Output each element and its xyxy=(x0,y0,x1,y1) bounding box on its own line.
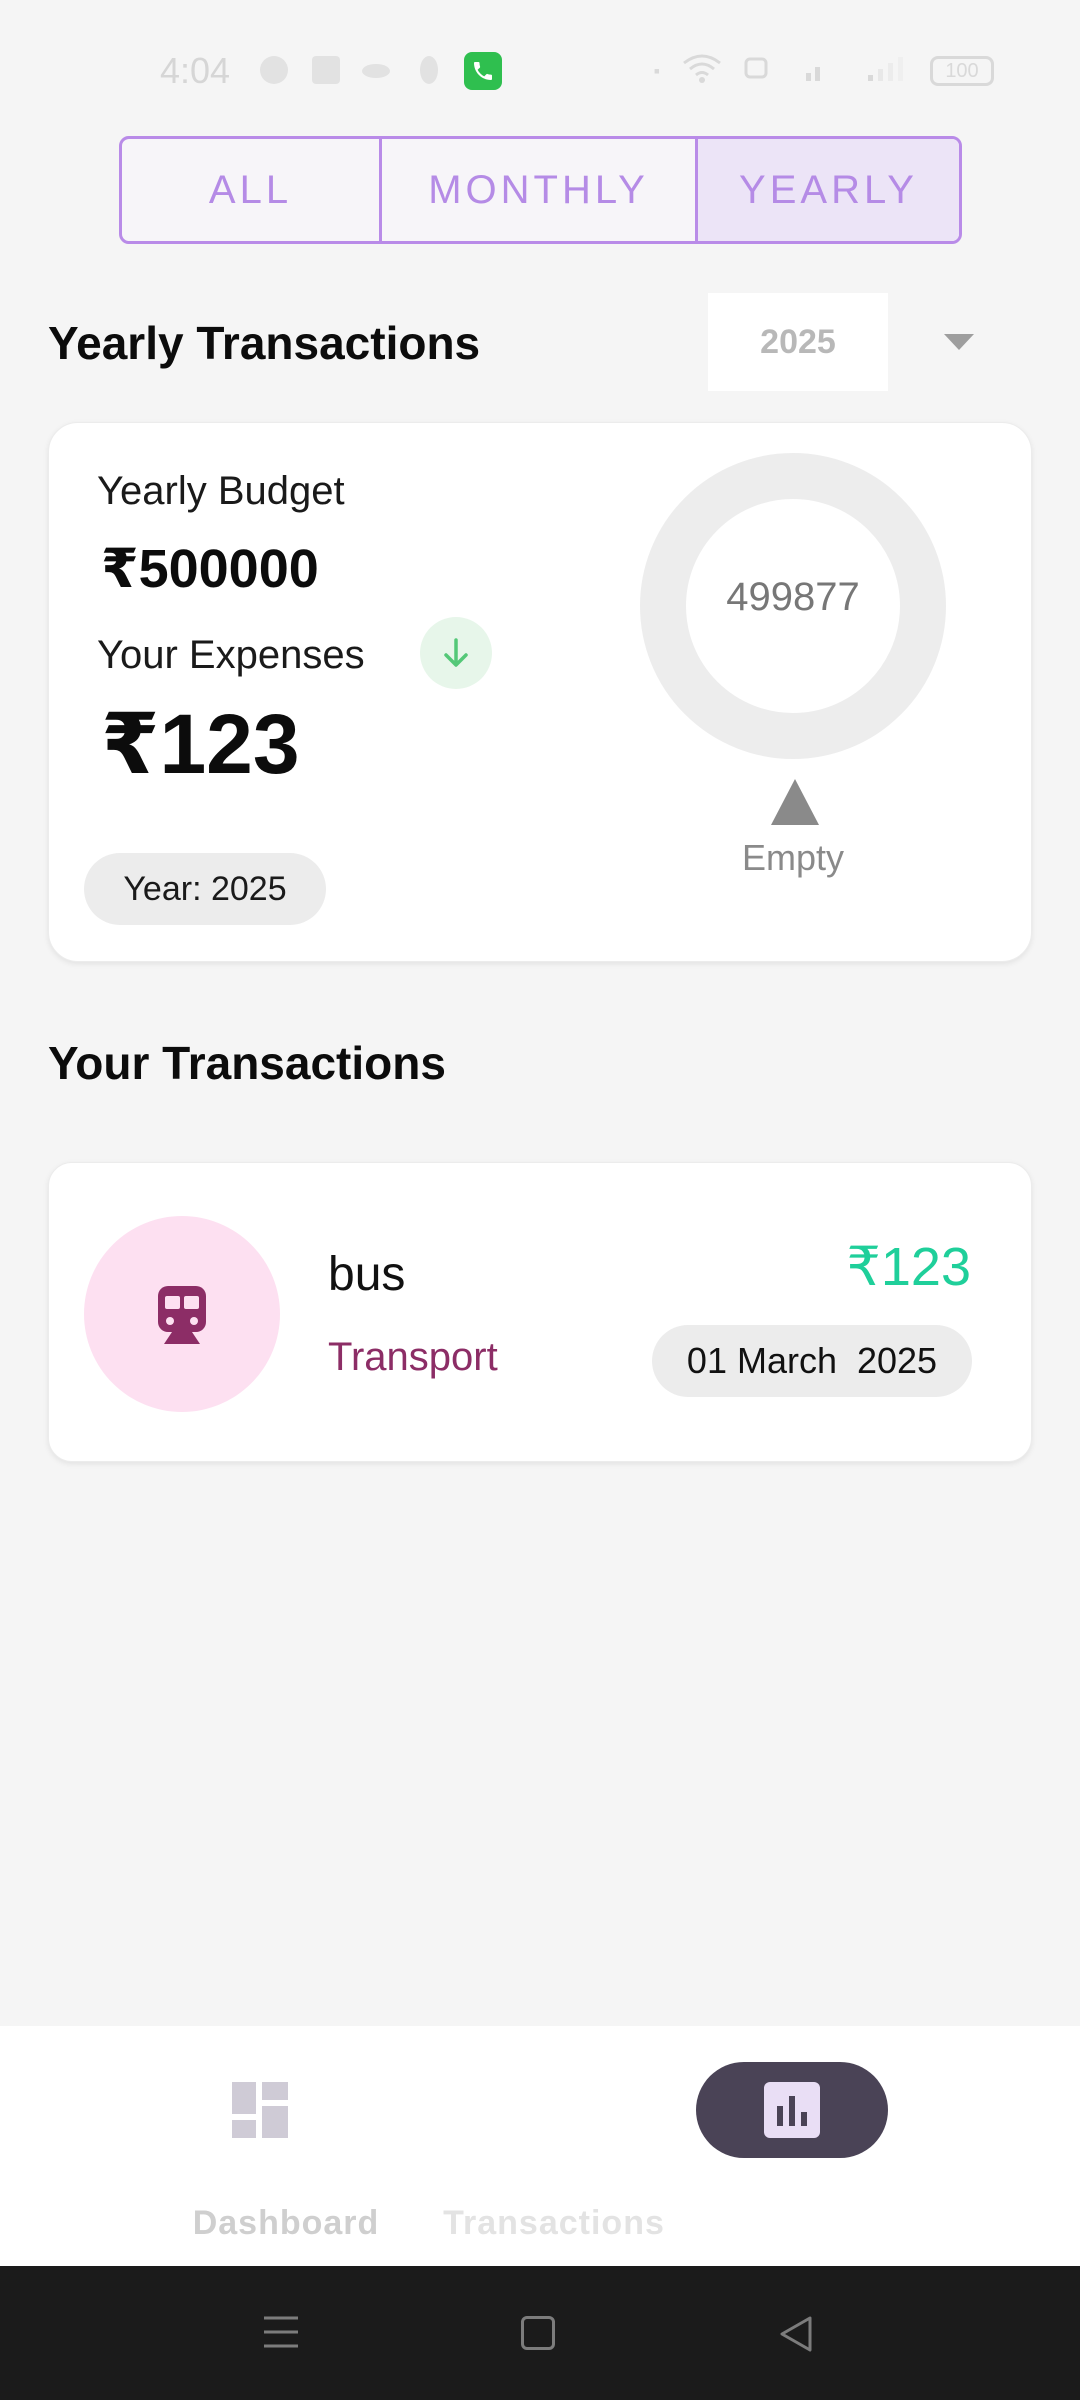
network-speed-icon: ▪ xyxy=(653,61,660,81)
status-bar: 4:04 ▪ 100 xyxy=(0,0,1080,140)
period-filter: ALL MONTHLY YEARLY xyxy=(119,136,962,244)
bar-chart-icon xyxy=(764,2082,820,2138)
chevron-down-icon[interactable] xyxy=(944,334,974,350)
back-icon[interactable] xyxy=(776,2314,816,2354)
missed-call-icon xyxy=(362,64,390,78)
tab-all[interactable]: ALL xyxy=(122,139,382,241)
dashboard-icon xyxy=(232,2082,288,2138)
wifi-icon xyxy=(682,50,722,92)
chat-icon xyxy=(260,56,288,84)
year-chip: Year: 2025 xyxy=(84,853,326,925)
year-select[interactable]: 2025 xyxy=(708,293,888,391)
signal-2-icon xyxy=(864,50,908,92)
budget-card: Yearly Budget ₹500000 Your Expenses ₹123… xyxy=(48,422,1032,962)
battery-icon: 100 xyxy=(930,56,994,86)
tab-yearly[interactable]: YEARLY xyxy=(698,139,959,241)
transactions-heading: Your Transactions xyxy=(48,1037,446,1089)
volte-icon xyxy=(744,50,780,92)
category-avatar xyxy=(84,1216,280,1412)
page-title: Yearly Transactions xyxy=(48,317,481,369)
signal-icon xyxy=(802,50,842,92)
expenses-amount: ₹123 xyxy=(101,697,300,791)
nav-active-pill xyxy=(696,2062,888,2158)
system-navigation-bar xyxy=(0,2266,1080,2400)
transaction-amount: ₹123 xyxy=(846,1237,971,1297)
transaction-card[interactable]: bus Transport ₹123 01 March 2025 xyxy=(48,1162,1032,1462)
home-icon[interactable] xyxy=(521,2316,555,2350)
budget-label: Yearly Budget xyxy=(97,469,345,513)
rupee-icon xyxy=(420,56,438,84)
nav-transactions[interactable]: Transactions xyxy=(443,2026,1080,2266)
status-time: 4:04 xyxy=(160,50,231,91)
phone-icon xyxy=(464,52,502,90)
gallery-icon xyxy=(312,56,340,84)
bottom-navigation: Dashboard Transactions xyxy=(0,2026,1080,2266)
expenses-label: Your Expenses xyxy=(97,633,365,677)
budget-amount: ₹500000 xyxy=(101,539,319,599)
nav-transactions-label: Transactions xyxy=(443,2204,665,2242)
menu-icon[interactable] xyxy=(262,2312,300,2352)
remaining-value: 499877 xyxy=(726,575,860,619)
status-indicators: ▪ 100 xyxy=(654,50,994,92)
transaction-name: bus xyxy=(328,1248,406,1301)
transaction-date: 01 March 2025 xyxy=(652,1325,972,1397)
empty-label: Empty xyxy=(741,837,845,878)
transaction-category: Transport xyxy=(328,1335,498,1379)
triangle-icon xyxy=(771,779,819,825)
tab-monthly[interactable]: MONTHLY xyxy=(382,139,698,241)
train-icon xyxy=(158,1286,206,1344)
arrow-down-icon xyxy=(420,617,492,689)
